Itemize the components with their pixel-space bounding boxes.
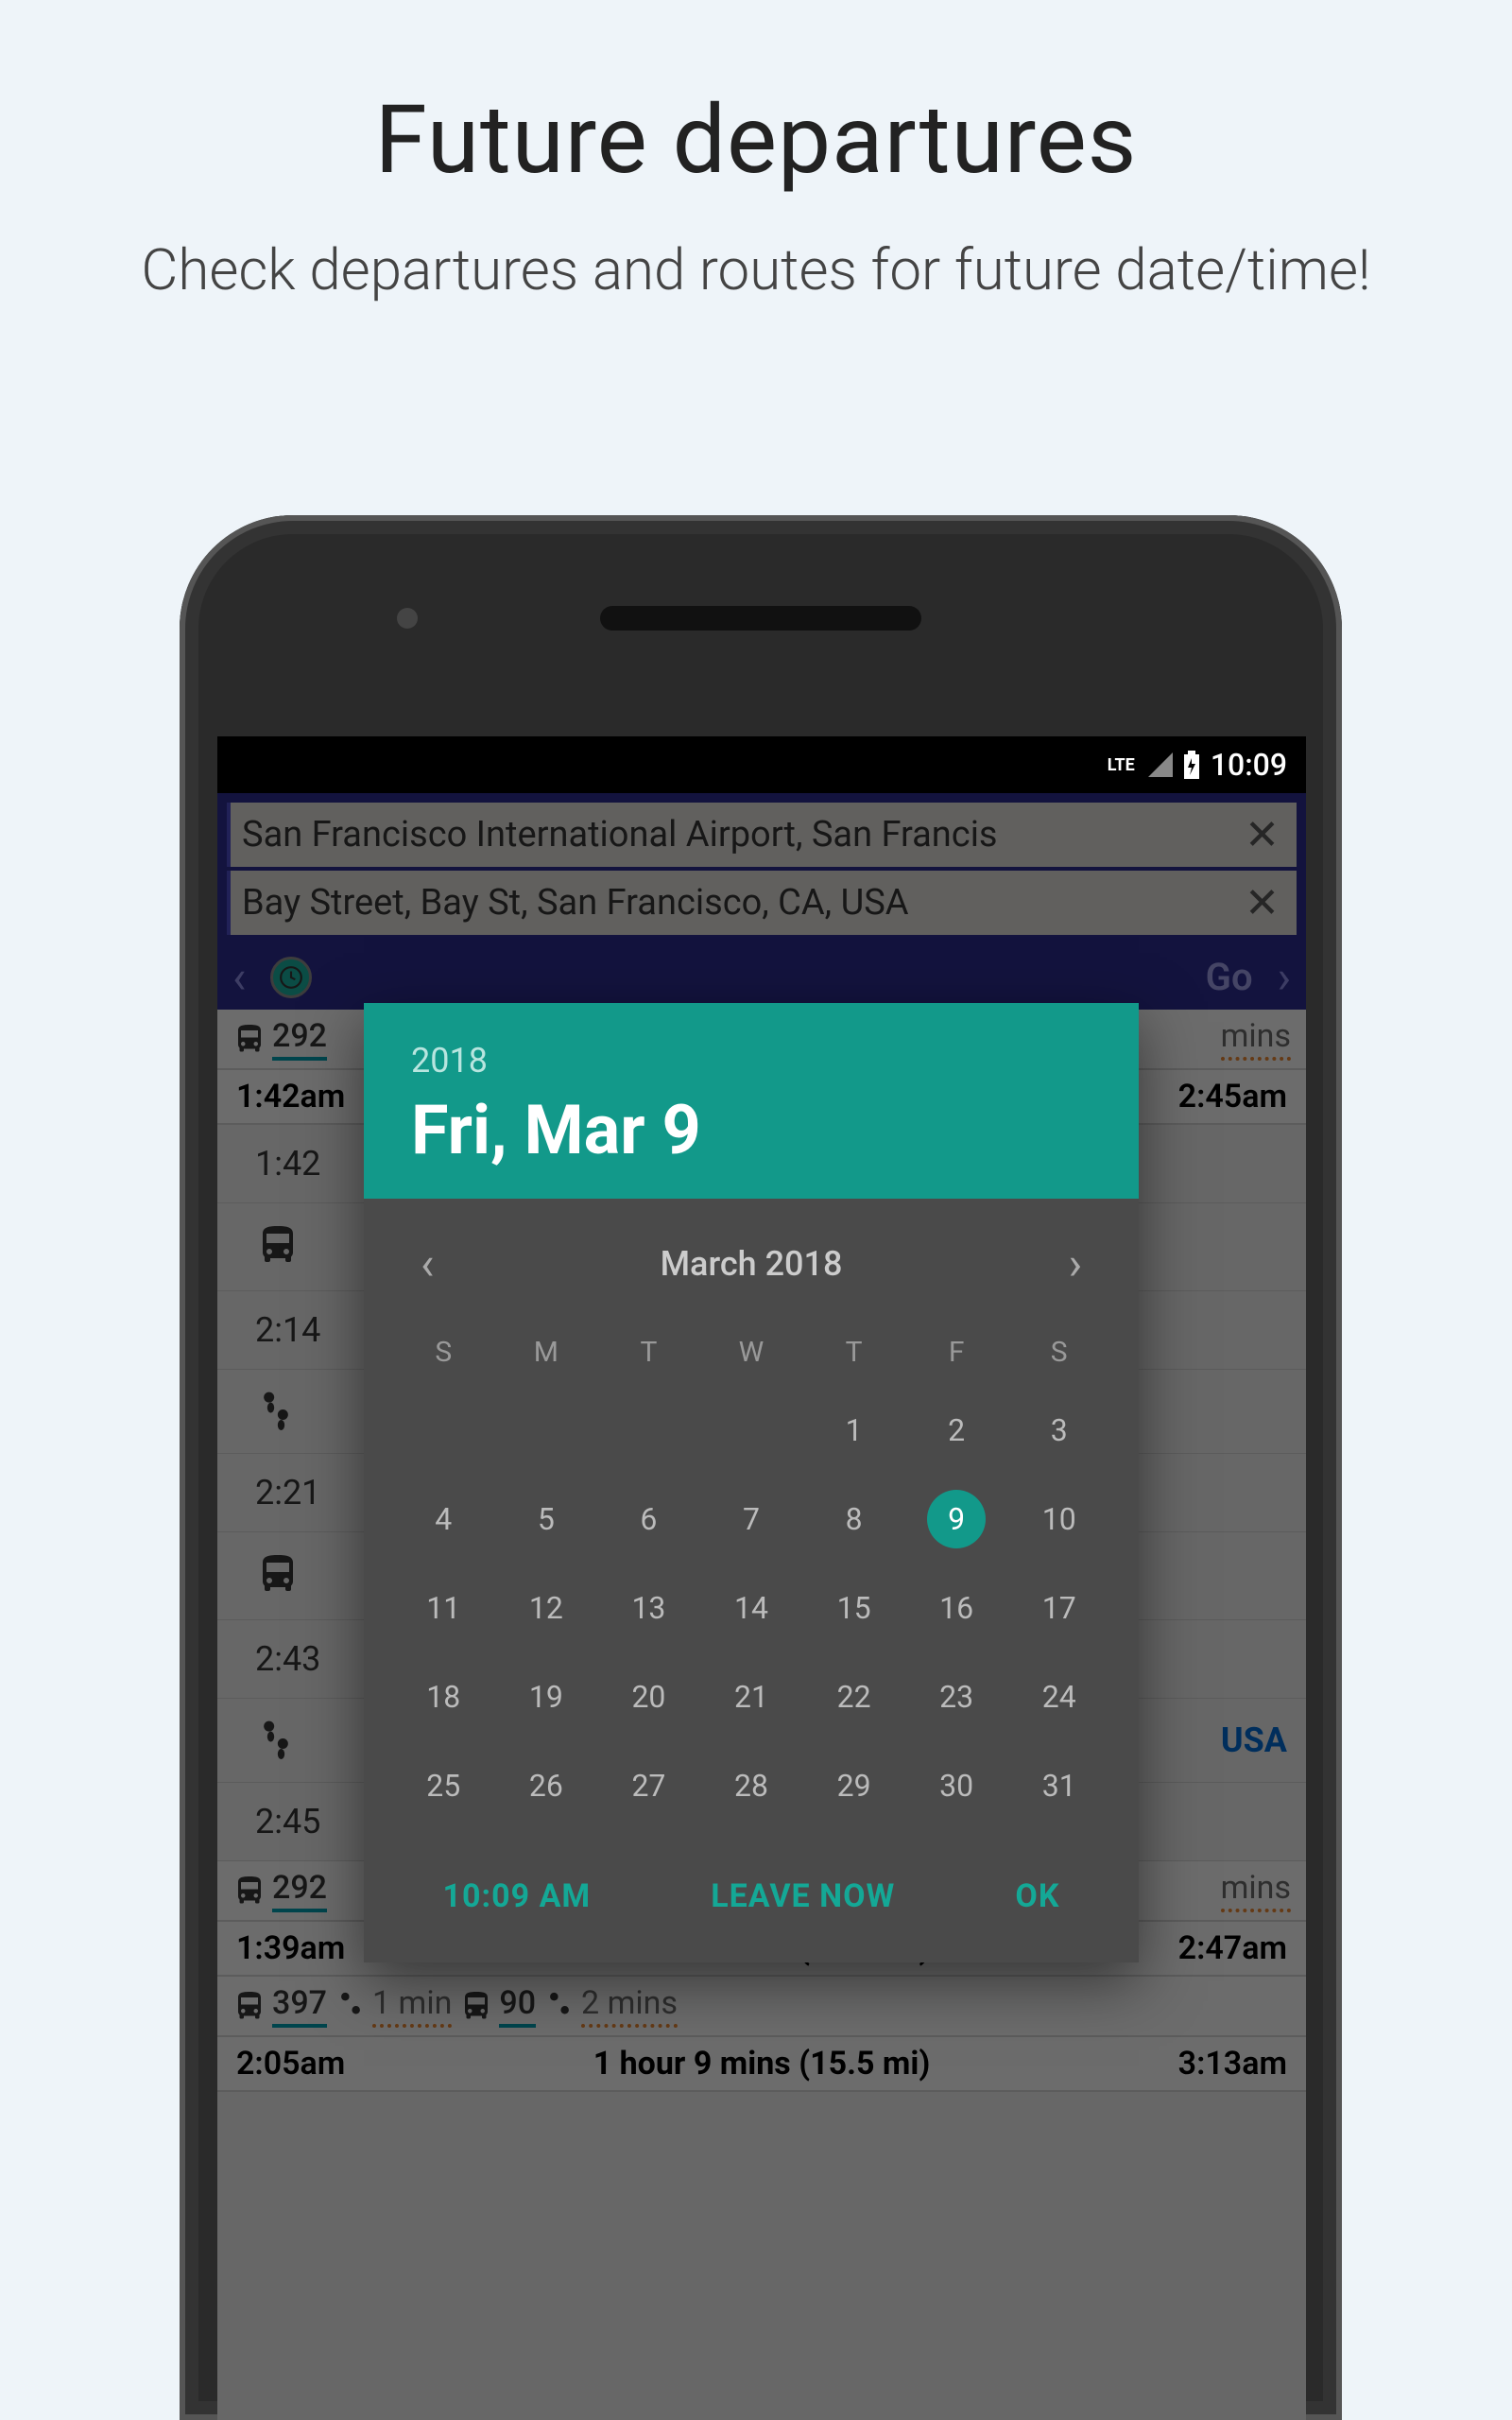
status-bar: LTE 10:09 [217, 736, 1306, 793]
date-picker-dialog: 2018 Fri, Mar 9 ‹ March 2018 › S M T W T… [364, 1003, 1139, 1962]
month-nav: ‹ March 2018 › [364, 1199, 1139, 1309]
calendar-day[interactable]: 23 [905, 1652, 1008, 1741]
dow-label: W [700, 1319, 803, 1386]
selected-date-label[interactable]: Fri, Mar 9 [411, 1090, 1091, 1170]
promo-subtitle: Check departures and routes for future d… [0, 196, 1512, 307]
calendar-day[interactable]: 20 [597, 1652, 700, 1741]
calendar-day[interactable]: 7 [700, 1475, 803, 1564]
calendar-day[interactable]: 16 [905, 1564, 1008, 1652]
calendar-day[interactable]: 24 [1007, 1652, 1110, 1741]
next-month-icon[interactable]: › [1050, 1227, 1101, 1300]
phone-camera [397, 608, 418, 629]
calendar-day[interactable]: 1 [802, 1386, 905, 1475]
calendar-day[interactable]: 29 [802, 1741, 905, 1830]
calendar-day[interactable]: 8 [802, 1475, 905, 1564]
dow-label: T [597, 1319, 700, 1386]
dow-label: M [495, 1319, 598, 1386]
calendar-day[interactable]: 13 [597, 1564, 700, 1652]
calendar-day[interactable]: 6 [597, 1475, 700, 1564]
calendar-day[interactable]: 25 [392, 1741, 495, 1830]
calendar-day[interactable]: 27 [597, 1741, 700, 1830]
network-label: LTE [1108, 755, 1135, 775]
calendar-day[interactable]: 10 [1007, 1475, 1110, 1564]
status-time: 10:09 [1211, 747, 1287, 783]
dow-label: T [802, 1319, 905, 1386]
calendar-day[interactable]: 11 [392, 1564, 495, 1652]
calendar-grid: S M T W T F S 1 2 3 4 5 6 7 8 9 10 [364, 1309, 1139, 1840]
dow-label: S [392, 1319, 495, 1386]
month-label: March 2018 [661, 1244, 843, 1284]
calendar-day[interactable]: 28 [700, 1741, 803, 1830]
calendar-day[interactable]: 19 [495, 1652, 598, 1741]
calendar-day[interactable]: 2 [905, 1386, 1008, 1475]
calendar-day[interactable]: 14 [700, 1564, 803, 1652]
calendar-day[interactable]: 12 [495, 1564, 598, 1652]
dow-label: F [905, 1319, 1008, 1386]
date-picker-actions: 10:09 AM LEAVE NOW OK [364, 1840, 1139, 1962]
year-button[interactable]: 2018 [411, 1041, 1091, 1080]
calendar-day[interactable]: 15 [802, 1564, 905, 1652]
promo-title: Future departures [0, 0, 1512, 196]
phone-frame: LTE 10:09 San Francisco International Ai… [180, 515, 1342, 2420]
calendar-day[interactable]: 17 [1007, 1564, 1110, 1652]
calendar-day[interactable]: 26 [495, 1741, 598, 1830]
time-button[interactable]: 10:09 AM [443, 1877, 592, 1915]
calendar-day[interactable]: 22 [802, 1652, 905, 1741]
ok-button[interactable]: OK [1015, 1877, 1059, 1915]
leave-now-button[interactable]: LEAVE NOW [711, 1877, 895, 1915]
phone-speaker [600, 606, 921, 631]
calendar-day[interactable]: 3 [1007, 1386, 1110, 1475]
phone-screen: LTE 10:09 San Francisco International Ai… [217, 736, 1306, 2420]
battery-icon [1182, 751, 1201, 779]
dow-label: S [1007, 1319, 1110, 1386]
calendar-day[interactable]: 30 [905, 1741, 1008, 1830]
calendar-day[interactable]: 18 [392, 1652, 495, 1741]
calendar-day[interactable]: 21 [700, 1652, 803, 1741]
prev-month-icon[interactable]: ‹ [402, 1227, 453, 1300]
signal-icon [1148, 752, 1173, 777]
calendar-day[interactable]: 4 [392, 1475, 495, 1564]
date-picker-header: 2018 Fri, Mar 9 [364, 1003, 1139, 1199]
calendar-day[interactable]: 5 [495, 1475, 598, 1564]
calendar-day-selected[interactable]: 9 [905, 1475, 1008, 1564]
calendar-day[interactable]: 31 [1007, 1741, 1110, 1830]
